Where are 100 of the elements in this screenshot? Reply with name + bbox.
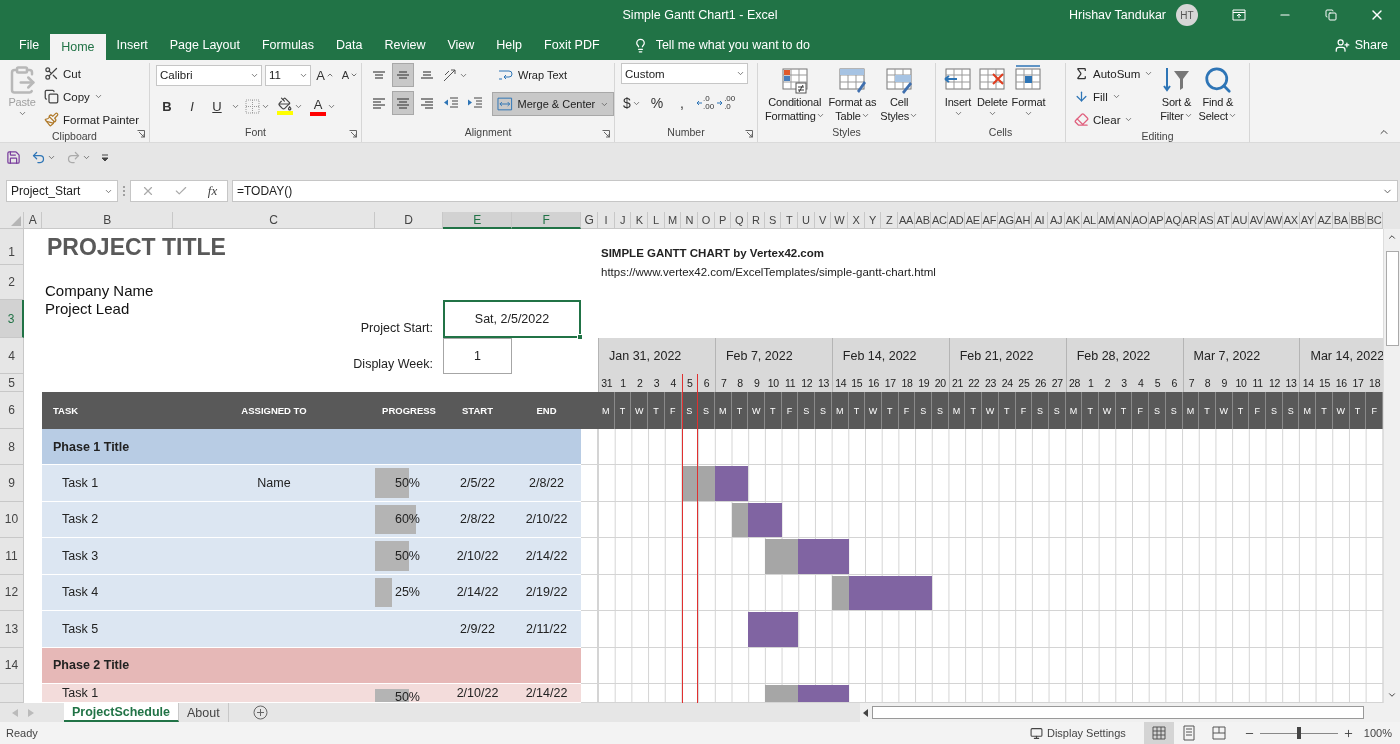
customize-toolbar-icon[interactable]: [101, 153, 109, 162]
ribbon-tab[interactable]: Formulas: [250, 32, 326, 58]
display-settings-button[interactable]: Display Settings: [1030, 726, 1126, 740]
start-date-cell[interactable]: Sat, 2/5/2022: [443, 300, 581, 338]
horizontal-scrollbar[interactable]: [860, 703, 1400, 722]
column-header[interactable]: E: [443, 212, 512, 229]
number-format-button[interactable]: ,: [671, 91, 693, 115]
column-header[interactable]: Q: [731, 212, 749, 229]
center-align-button[interactable]: [392, 91, 414, 115]
ribbon-tab[interactable]: Insert: [105, 32, 159, 58]
grow-font-button[interactable]: A: [314, 63, 336, 87]
row-header[interactable]: 12: [0, 574, 24, 611]
column-header[interactable]: I: [598, 212, 615, 229]
ribbon-tab[interactable]: Page Layout: [158, 32, 251, 58]
row-header[interactable]: 10: [0, 501, 24, 538]
formula-field[interactable]: =TODAY(): [232, 180, 1398, 202]
scroll-down-icon[interactable]: [1387, 690, 1397, 700]
column-header[interactable]: Z: [881, 212, 899, 229]
row-header[interactable]: 8: [0, 429, 24, 465]
clear-button[interactable]: Clear: [1072, 109, 1156, 130]
user-avatar[interactable]: HT: [1176, 4, 1198, 26]
dialog-launcher-icon[interactable]: [349, 130, 357, 138]
row-header[interactable]: 14: [0, 647, 24, 684]
column-header[interactable]: AT: [1215, 212, 1232, 229]
column-header[interactable]: A: [24, 212, 42, 229]
column-header[interactable]: BC: [1366, 212, 1383, 229]
zoom-in-icon[interactable]: [1342, 727, 1354, 739]
font-color-button[interactable]: A: [308, 94, 338, 118]
column-header[interactable]: U: [798, 212, 815, 229]
row-header[interactable]: 1: [0, 229, 24, 265]
scroll-up-icon[interactable]: [1387, 232, 1397, 242]
column-header[interactable]: N: [681, 212, 699, 229]
delete-cells-button[interactable]: Delete: [976, 63, 1009, 126]
increase-decimal-button[interactable]: .0 .00: [696, 95, 715, 111]
vertical-scrollbar[interactable]: [1383, 229, 1400, 703]
number-format-button[interactable]: %: [646, 91, 668, 115]
fill-button[interactable]: Fill: [1072, 86, 1156, 107]
column-header[interactable]: AW: [1265, 212, 1283, 229]
view-button[interactable]: [1143, 722, 1174, 744]
tell-me-search[interactable]: Tell me what you want to do: [632, 32, 810, 58]
font-size-dropdown[interactable]: 11: [265, 64, 311, 86]
ribbon-tab[interactable]: Foxit PDF: [533, 32, 611, 58]
slider-thumb[interactable]: [1296, 727, 1301, 739]
enter-icon[interactable]: [174, 184, 189, 198]
find-button[interactable]: Find & Select: [1197, 63, 1238, 130]
ribbon-tab[interactable]: View: [436, 32, 486, 58]
column-header[interactable]: C: [173, 212, 375, 229]
new-sheet-icon[interactable]: [252, 705, 268, 720]
table-styles-button[interactable]: Format as Table: [827, 63, 878, 126]
column-header[interactable]: R: [748, 212, 765, 229]
font-name-dropdown[interactable]: Calibri: [156, 64, 262, 86]
number-format-dropdown[interactable]: Custom: [621, 63, 748, 84]
column-header[interactable]: O: [698, 212, 715, 229]
ribbon-tab[interactable]: Data: [325, 32, 374, 58]
conditional-styles-button[interactable]: Conditional Formatting: [764, 63, 826, 126]
row-header[interactable]: 9: [0, 465, 24, 502]
column-header[interactable]: AC: [931, 212, 949, 229]
scroll-thumb[interactable]: [1385, 251, 1399, 346]
copy-button[interactable]: Copy: [42, 86, 142, 107]
undo-icon[interactable]: [31, 150, 46, 165]
bold-button[interactable]: B: [156, 94, 178, 118]
column-header[interactable]: X: [848, 212, 865, 229]
number-format-button[interactable]: $: [621, 91, 643, 115]
column-header[interactable]: G: [581, 212, 598, 229]
column-header[interactable]: AA: [898, 212, 915, 229]
format-cells-button[interactable]: Format: [1010, 63, 1047, 126]
row-header[interactable]: 3: [0, 300, 24, 338]
cell-styles-button[interactable]: Cell Styles: [879, 63, 920, 126]
dialog-launcher-icon[interactable]: [745, 130, 753, 138]
column-header[interactable]: AZ: [1316, 212, 1333, 229]
italic-button[interactable]: I: [181, 94, 203, 118]
name-box[interactable]: Project_Start: [6, 180, 118, 202]
autosum-button[interactable]: AutoSum: [1072, 63, 1156, 84]
scroll-left-icon[interactable]: [862, 708, 870, 717]
row-header[interactable]: 6: [0, 392, 24, 429]
sort-button[interactable]: Sort & Filter: [1159, 63, 1194, 130]
column-header[interactable]: AJ: [1048, 212, 1065, 229]
insert-cells-button[interactable]: Insert: [942, 63, 974, 126]
merge-center-button[interactable]: Merge & Center: [492, 92, 614, 116]
sheet-tab[interactable]: ProjectSchedule: [64, 703, 179, 722]
column-header[interactable]: AG: [998, 212, 1015, 229]
ribbon-tab[interactable]: File: [8, 32, 51, 58]
underline-button[interactable]: U: [206, 94, 228, 118]
painter-button[interactable]: Format Painter: [42, 109, 142, 130]
ribbon-tab[interactable]: Home: [50, 34, 106, 60]
column-header[interactable]: W: [831, 212, 849, 229]
wrap-text-button[interactable]: Wrap Text: [492, 63, 614, 87]
share-button[interactable]: Share: [1334, 32, 1388, 58]
fill-handle[interactable]: [577, 334, 583, 340]
scroll-thumb[interactable]: [872, 706, 1364, 719]
decrease-decimal-button[interactable]: .00 .0: [717, 95, 736, 111]
dialog-launcher-icon[interactable]: [602, 130, 610, 138]
ribbon-tab[interactable]: Review: [373, 32, 437, 58]
dialog-launcher-icon[interactable]: [137, 130, 145, 138]
column-header[interactable]: K: [631, 212, 648, 229]
column-header[interactable]: T: [781, 212, 799, 229]
row-header[interactable]: 2: [0, 265, 24, 300]
column-header[interactable]: D: [375, 212, 443, 229]
row-header[interactable]: 4: [0, 338, 24, 374]
insert-function-button[interactable]: fx: [207, 183, 218, 199]
